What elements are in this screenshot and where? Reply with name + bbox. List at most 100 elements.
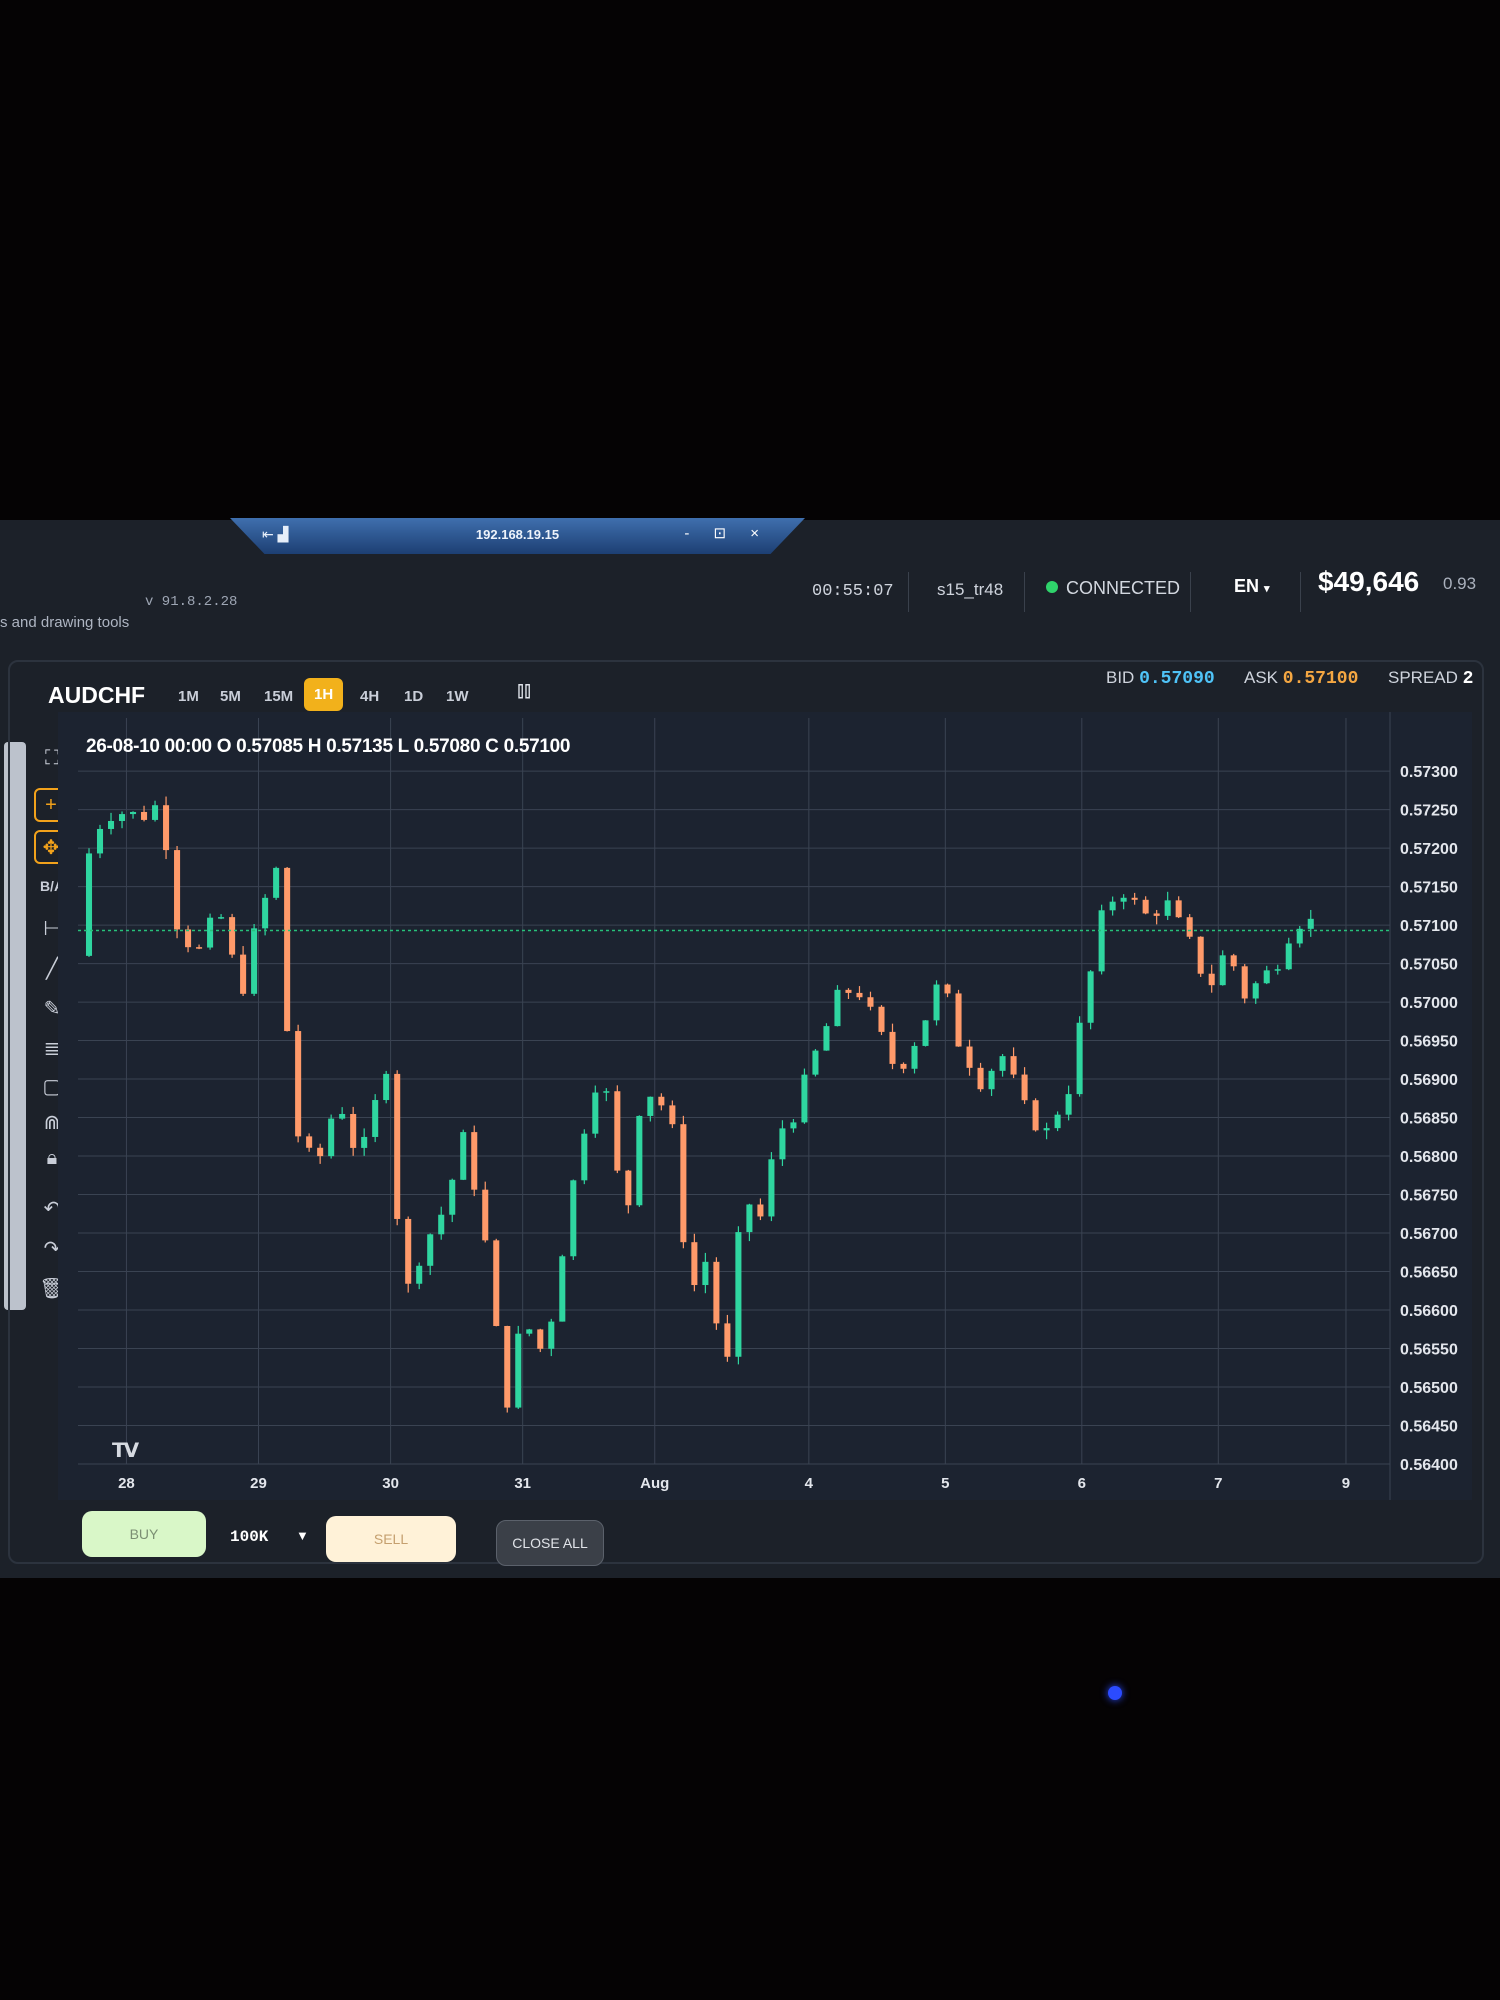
- candle-body: [889, 1031, 896, 1064]
- candle-body: [130, 811, 137, 815]
- candle-body: [922, 1020, 929, 1046]
- candle-body: [317, 1147, 324, 1157]
- candle-body: [107, 820, 115, 829]
- divider: [1190, 572, 1191, 612]
- chevron-down-icon: ▾: [1264, 583, 1270, 595]
- candle-body: [867, 997, 874, 1007]
- candle-body: [680, 1124, 687, 1243]
- candle-body: [1274, 969, 1281, 971]
- candle-body: [273, 867, 280, 898]
- ohlc-legend: 26-08-10 00:00 O 0.57085 H 0.57135 L 0.5…: [86, 736, 571, 757]
- candle-body: [141, 811, 148, 820]
- candle-body: [1153, 913, 1160, 916]
- candle-body: [1219, 955, 1226, 986]
- timeframe-1d[interactable]: 1D: [398, 684, 429, 709]
- candle-body: [1076, 1022, 1083, 1095]
- app-version: v 91.8.2.28: [145, 594, 238, 610]
- remote-desktop-bar[interactable]: ⇤ ▟ 192.168.19.15 - ⊡ ×: [230, 518, 805, 554]
- price-tick-label: 0.56550: [1400, 1342, 1458, 1359]
- candle-body: [240, 954, 247, 994]
- candle-body: [1285, 943, 1292, 970]
- candle-body: [1241, 966, 1248, 999]
- candle-body: [251, 928, 258, 994]
- language-select[interactable]: EN ▾: [1234, 576, 1270, 597]
- candle-body: [1164, 900, 1171, 916]
- candle-body: [570, 1180, 577, 1257]
- candle-body: [119, 814, 126, 821]
- candle-body: [625, 1170, 632, 1206]
- candle-body: [152, 805, 159, 820]
- timeframe-15m[interactable]: 15M: [258, 684, 299, 709]
- candle-body: [1263, 970, 1270, 984]
- candle-body: [460, 1132, 467, 1180]
- symbol-title[interactable]: AUDCHF: [48, 682, 145, 709]
- candle-body: [1208, 973, 1215, 986]
- candle-body: [548, 1321, 555, 1349]
- price-tick-label: 0.57200: [1400, 841, 1458, 858]
- price-tick-label: 0.56850: [1400, 1111, 1458, 1128]
- divider: [1024, 572, 1025, 612]
- timeframe-4h[interactable]: 4H: [354, 684, 385, 709]
- candle-body: [537, 1329, 544, 1349]
- candle-body: [559, 1256, 566, 1322]
- timeframe-1w[interactable]: 1W: [440, 684, 475, 709]
- candle-body: [229, 917, 236, 955]
- candle-body: [812, 1050, 819, 1075]
- chevron-down-icon[interactable]: ▼: [296, 1528, 309, 1543]
- candle-body: [900, 1063, 907, 1069]
- candle-body: [185, 929, 192, 948]
- time-tick-label: 9: [1342, 1475, 1350, 1492]
- account-balance: $49,646: [1318, 566, 1420, 597]
- buy-button[interactable]: BUY: [82, 1511, 206, 1557]
- candle-body: [218, 917, 225, 919]
- candle-body: [493, 1240, 500, 1326]
- candle-body: [878, 1006, 885, 1032]
- candle-body: [427, 1234, 434, 1266]
- account-id: s15_tr48: [937, 580, 1004, 599]
- candle-body: [724, 1323, 731, 1357]
- timeframe-1m[interactable]: 1M: [172, 684, 205, 709]
- candle-body: [988, 1070, 995, 1090]
- candle-body: [834, 989, 841, 1027]
- candle-body: [449, 1179, 456, 1215]
- margin-ratio: 0.93: [1443, 574, 1477, 593]
- price-tick-label: 0.56950: [1400, 1034, 1458, 1051]
- time-tick-label: 28: [118, 1475, 135, 1492]
- candle-body: [845, 989, 852, 993]
- price-axis[interactable]: 0.57300 0.57250 0.57200 0.57150 0.57100 0.570…: [1389, 712, 1472, 1500]
- sell-button[interactable]: SELL: [326, 1516, 456, 1562]
- candle-body: [592, 1092, 599, 1134]
- timeframe-5m[interactable]: 5M: [214, 684, 247, 709]
- candle-body: [1087, 971, 1094, 1023]
- close-all-button[interactable]: CLOSE ALL: [496, 1520, 604, 1566]
- candle-body: [306, 1136, 313, 1148]
- tradingview-logo-icon[interactable]: 𝗧𝗩: [112, 1438, 139, 1463]
- candle-body: [361, 1136, 368, 1148]
- window-controls[interactable]: - ⊡ ×: [684, 524, 769, 542]
- candle-body: [636, 1115, 643, 1206]
- price-tick-label: 0.57250: [1400, 803, 1458, 820]
- candle-body: [603, 1091, 610, 1093]
- time-tick-label: 31: [514, 1475, 531, 1492]
- candle-body: [691, 1242, 698, 1286]
- ask-quote: ASK 0.57100: [1244, 668, 1358, 689]
- candle-body: [1021, 1074, 1028, 1101]
- time-tick-label: 29: [250, 1475, 267, 1492]
- candle-body: [372, 1100, 379, 1137]
- candle-body: [1230, 955, 1237, 967]
- candle-body: [1010, 1056, 1017, 1075]
- price-chart[interactable]: 0.57300 0.57250 0.57200 0.57150 0.57100 0.570…: [58, 712, 1472, 1500]
- candle-body: [383, 1073, 390, 1101]
- timeframe-1h[interactable]: 1H: [304, 678, 344, 711]
- candle-body: [1109, 901, 1116, 911]
- candle-body: [669, 1105, 676, 1125]
- candle-body: [823, 1026, 830, 1051]
- bid-quote: BID 0.57090: [1106, 668, 1215, 689]
- candle-body: [581, 1133, 588, 1181]
- price-tick-label: 0.56900: [1400, 1072, 1458, 1089]
- candlestick-type-icon[interactable]: ⫾⫾: [517, 677, 531, 703]
- lot-size-select[interactable]: 100K: [230, 1528, 268, 1546]
- candle-body: [1197, 936, 1204, 974]
- candle-body: [284, 867, 291, 1032]
- candle-body: [658, 1096, 665, 1106]
